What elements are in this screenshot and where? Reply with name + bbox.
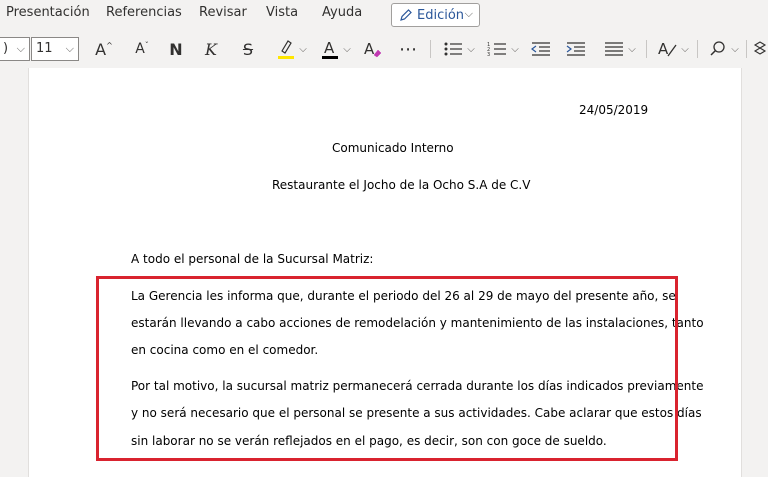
menu-ayuda[interactable]: Ayuda [322,5,362,20]
font-color-icon[interactable]: A [318,37,342,61]
italic-icon[interactable]: K [200,37,222,61]
menu-presentacion[interactable]: Presentación [6,5,90,20]
chevron-down-icon[interactable]: ⌵ [341,37,353,61]
document-title: Comunicado Interno [332,141,454,155]
chevron-down-icon[interactable]: ⌵ [509,37,521,61]
annotation-highlight-box [96,276,678,461]
document-date: 24/05/2019 [579,103,649,117]
chevron-down-icon[interactable]: ⌵ [465,37,477,61]
font-name-value: ) [3,41,9,56]
menu-revisar[interactable]: Revisar [199,5,247,20]
svg-text:A: A [324,39,335,57]
svg-text:A: A [364,40,375,58]
menu-referencias[interactable]: Referencias [106,5,182,20]
chevron-down-icon: ⌵ [16,42,25,55]
font-size-value: 11 [36,41,53,56]
more-icon[interactable]: ⋯ [396,37,420,61]
chevron-down-icon: ⌵ [65,42,74,55]
toolbar-separator [646,40,647,58]
ribbon-overflow-icon[interactable] [752,37,768,61]
decrease-indent-icon[interactable] [530,37,552,61]
chevron-down-icon[interactable]: ⌵ [679,37,691,61]
font-size-dropdown[interactable]: 11 ⌵ [31,37,79,61]
chevron-down-icon[interactable]: ⌵ [297,37,309,61]
highlight-icon[interactable] [274,37,298,61]
chevron-down-icon: ⌵ [464,7,473,20]
document-company: Restaurante el Jocho de la Ocho S.A de C… [272,178,531,192]
menu-vista[interactable]: Vista [266,5,298,20]
shrink-font-icon[interactable]: Aˇ [130,37,154,61]
numbering-icon[interactable]: 1 2 3 [486,37,508,61]
find-icon[interactable] [707,37,729,61]
clear-format-icon[interactable]: A [362,37,384,61]
font-name-dropdown[interactable]: ) ⌵ [0,37,30,61]
menu-bar: Presentación Referencias Revisar Vista A… [0,0,768,30]
document-greeting: A todo el personal de la Sucursal Matriz… [131,252,374,266]
toolbar-separator [746,40,747,58]
ribbon-toolbar: ) ⌵ 11 ⌵ A ^ Aˇ N K S ⌵ A ⌵ A ⋯ ⌵ 1 2 3 … [0,30,768,68]
strikethrough-icon[interactable]: S [237,37,259,61]
svg-text:A: A [658,40,669,58]
grow-font-icon[interactable]: A ^ [92,37,116,61]
svg-text:3: 3 [487,52,490,57]
styles-icon[interactable]: A [656,37,680,61]
bold-icon[interactable]: N [165,37,187,61]
editing-mode-button[interactable]: Edición ⌵ [391,3,480,27]
pencil-icon [400,9,412,21]
chevron-down-icon[interactable]: ⌵ [626,37,638,61]
increase-indent-icon[interactable] [565,37,587,61]
editing-mode-label: Edición [417,7,465,23]
chevron-down-icon[interactable]: ⌵ [729,37,741,61]
bullets-icon[interactable] [442,37,464,61]
toolbar-separator [697,40,698,58]
toolbar-separator [430,40,431,58]
align-icon[interactable] [603,37,625,61]
